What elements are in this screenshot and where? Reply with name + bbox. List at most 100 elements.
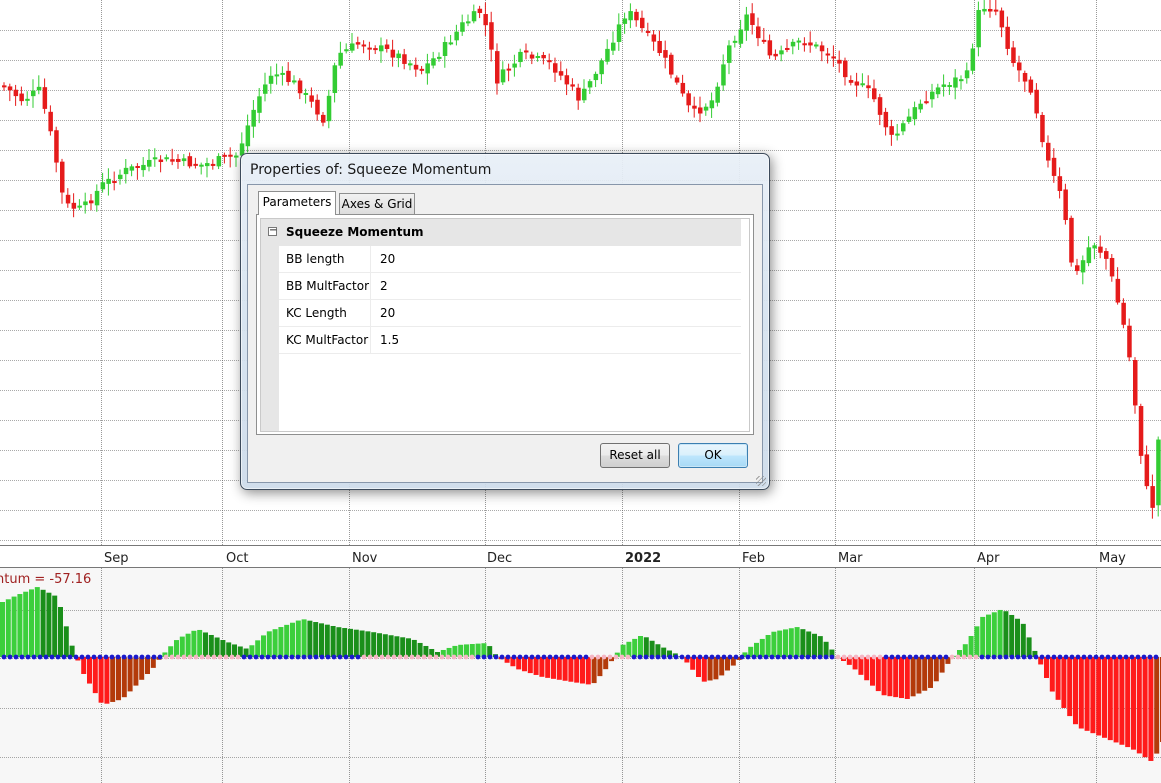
tab-axes-grid[interactable]: Axes & Grid (339, 193, 415, 215)
squeeze-dot (799, 654, 805, 660)
property-value-field[interactable]: 1.5 (370, 327, 741, 353)
candle-body (564, 75, 570, 85)
candle-body (1057, 176, 1063, 192)
candle-body (199, 164, 204, 167)
histogram-bar (145, 657, 150, 674)
squeeze-dot (1135, 654, 1141, 660)
squeeze-dot (1027, 654, 1033, 660)
candle-body (982, 8, 987, 12)
candle-body (431, 58, 436, 66)
squeeze-dot (853, 654, 859, 660)
candle-body (1092, 245, 1097, 249)
histogram-bar (1061, 657, 1067, 708)
histogram-bar (1102, 657, 1107, 738)
histogram-bar (533, 657, 539, 675)
squeeze-dot (337, 654, 343, 660)
histogram-bar (353, 629, 359, 657)
category-row[interactable]: − Squeeze Momentum (261, 219, 741, 246)
candle-body (7, 86, 13, 91)
candle-body (1098, 246, 1103, 253)
candle-body (263, 84, 268, 94)
squeeze-dot (373, 654, 379, 660)
histogram-bar (707, 657, 713, 681)
property-name: BB length (286, 252, 345, 266)
histogram-bar (104, 657, 110, 704)
candle-body (622, 18, 628, 24)
candle-body (825, 53, 831, 56)
squeeze-dot (523, 654, 529, 660)
squeeze-dot (949, 654, 955, 660)
resize-grip-icon[interactable] (756, 476, 766, 486)
candle-body (843, 60, 848, 78)
squeeze-dot (937, 654, 943, 660)
histogram-bar (29, 589, 34, 657)
tab-parameters[interactable]: Parameters (258, 191, 336, 215)
histogram-bar (551, 657, 556, 679)
candle-body (860, 83, 865, 86)
candle-body (547, 60, 552, 63)
candle-body (628, 11, 633, 21)
histogram-bar (87, 657, 92, 684)
squeeze-dot (769, 654, 775, 660)
candle-body (466, 21, 471, 24)
squeeze-dot (181, 654, 187, 660)
candle-body (692, 105, 697, 109)
row-gutter (261, 327, 279, 354)
histogram-bar (388, 635, 394, 657)
candle-body (147, 159, 152, 167)
reset-all-button[interactable]: Reset all (600, 443, 670, 468)
property-row-kc-length[interactable]: KC Length 20 (261, 300, 741, 327)
candle-body (268, 75, 274, 84)
histogram-bar (875, 657, 881, 692)
squeeze-dot (19, 654, 25, 660)
candle-body (42, 87, 48, 109)
squeeze-dot (265, 654, 271, 660)
squeeze-dot (1153, 654, 1159, 660)
histogram-bar (348, 628, 353, 657)
squeeze-dot (877, 654, 883, 660)
candle-body (605, 48, 610, 62)
candle-body (616, 24, 622, 42)
histogram-bar (1125, 657, 1131, 748)
squeeze-dot (1105, 654, 1111, 660)
candle-body (814, 44, 819, 47)
squeeze-dot (499, 654, 505, 660)
candle-body (54, 130, 59, 163)
property-row-bb-length[interactable]: BB length 20 (261, 246, 741, 273)
property-value-field[interactable]: 20 (370, 246, 741, 272)
squeeze-dot (673, 654, 679, 660)
squeeze-dot (889, 654, 895, 660)
candle-body (1022, 72, 1028, 82)
histogram-bar (394, 636, 400, 657)
candle-body (738, 29, 744, 44)
histogram-bar (342, 628, 348, 657)
property-value-field[interactable]: 20 (370, 300, 741, 326)
histogram-bar (765, 634, 771, 657)
squeeze-dot (97, 654, 103, 660)
property-row-kc-multfactor[interactable]: KC MultFactor 1.5 (261, 327, 741, 354)
histogram-bar (545, 657, 551, 678)
ok-button[interactable]: OK (678, 443, 748, 468)
candle-body (181, 158, 187, 162)
candle-body (425, 63, 430, 74)
squeeze-dot (1057, 654, 1063, 660)
candle-body (947, 84, 952, 87)
histogram-bar (11, 596, 17, 657)
month-label: Feb (742, 551, 765, 566)
candle-body (228, 154, 233, 157)
squeeze-dot (715, 654, 721, 660)
candle-body (495, 51, 500, 84)
candle-body (36, 86, 42, 91)
property-value-field[interactable]: 2 (370, 273, 741, 299)
histogram-bar (968, 636, 974, 657)
candle-body (326, 95, 332, 122)
collapse-icon[interactable]: − (268, 226, 277, 236)
histogram-bar (1015, 618, 1020, 657)
candle-body (141, 164, 146, 171)
squeeze-dot (1117, 654, 1123, 660)
candle-body (686, 93, 691, 106)
property-row-bb-multfactor[interactable]: BB MultFactor 2 (261, 273, 741, 300)
squeeze-dot (1063, 654, 1069, 660)
candle-body (582, 88, 587, 101)
properties-dialog[interactable]: Properties of: Squeeze Momentum Paramete… (240, 153, 770, 490)
